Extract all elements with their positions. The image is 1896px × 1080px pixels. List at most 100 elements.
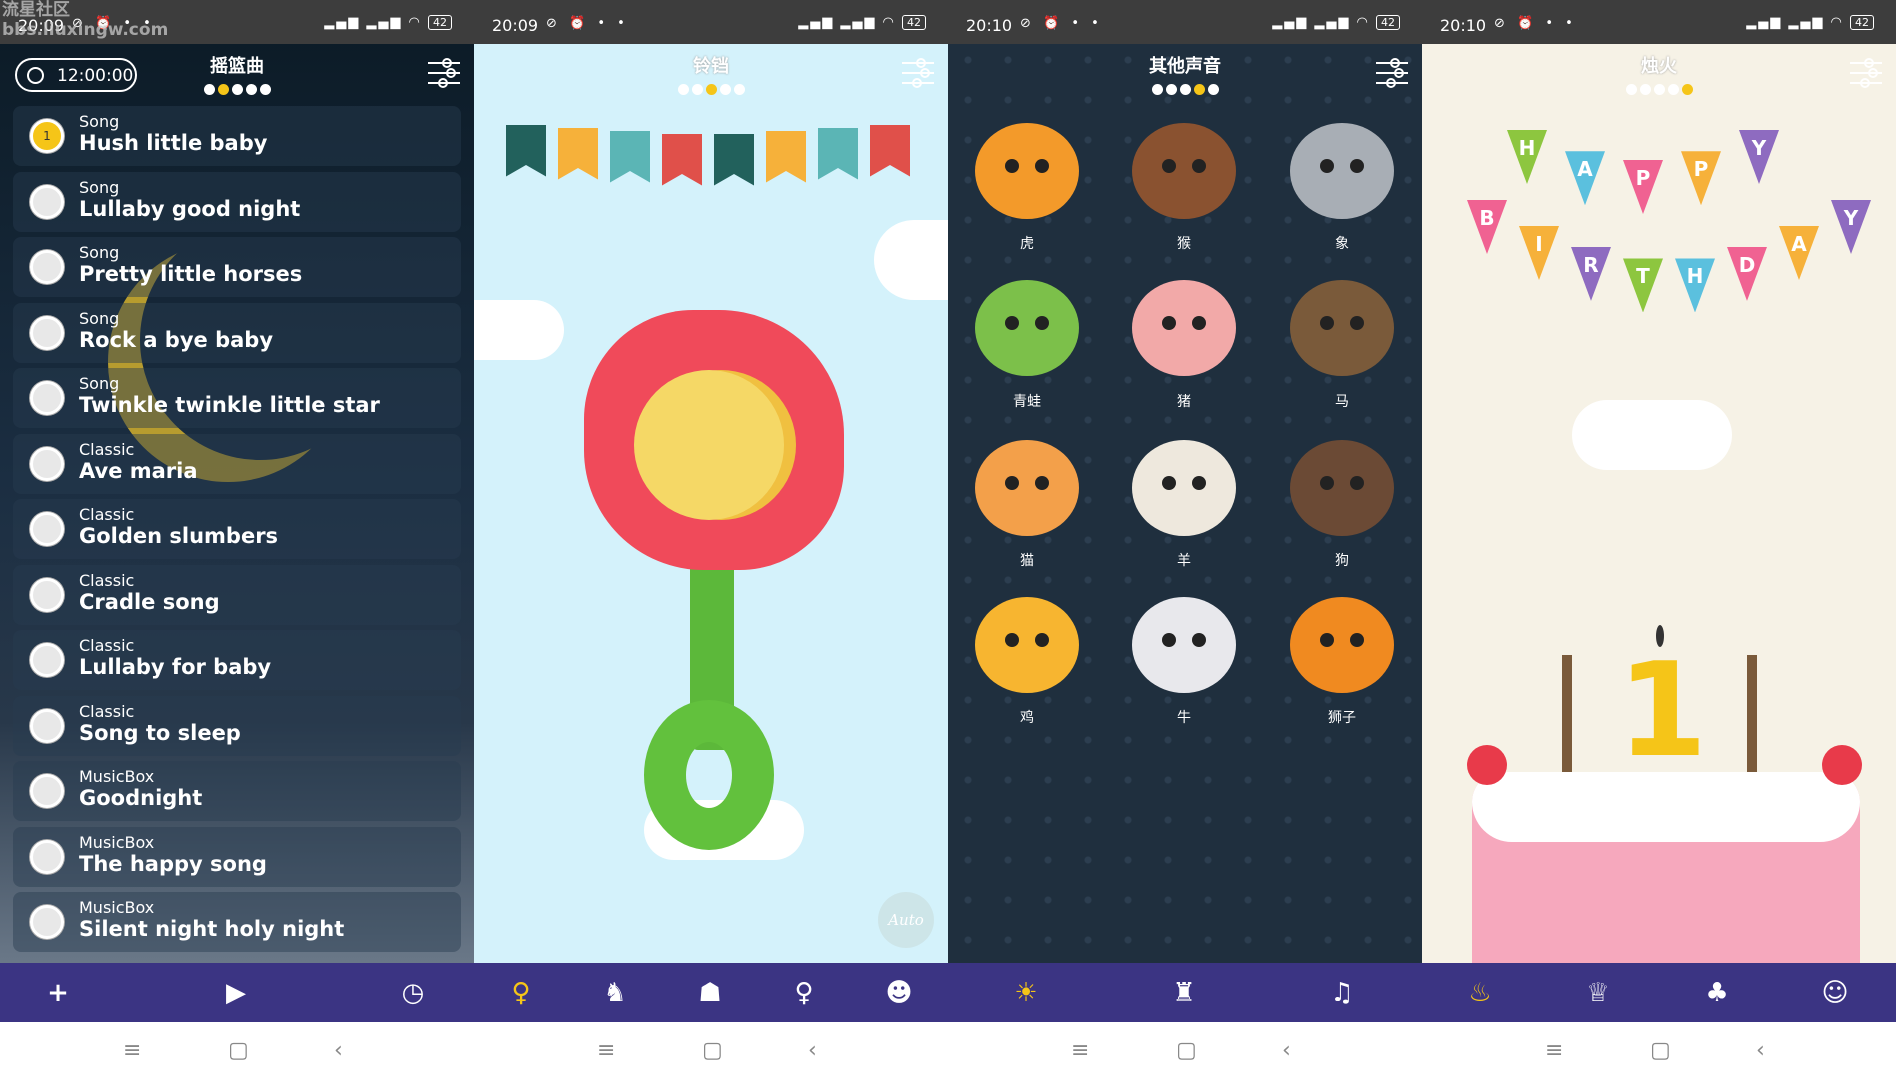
animal-button[interactable]: 猴 bbox=[1124, 118, 1244, 268]
list-item[interactable]: MusicBox Goodnight bbox=[13, 761, 461, 821]
home-icon[interactable]: ▢ bbox=[228, 1038, 249, 1063]
pumpkin-icon[interactable]: ☺ bbox=[1819, 977, 1851, 1009]
settings-sliders-icon[interactable] bbox=[1850, 58, 1882, 88]
page-dot[interactable] bbox=[1667, 84, 1679, 95]
radio-button[interactable] bbox=[30, 315, 64, 350]
xylophone-icon[interactable]: ♫ bbox=[1326, 977, 1358, 1009]
settings-sliders-icon[interactable] bbox=[428, 58, 460, 88]
list-item[interactable]: MusicBox Silent night holy night bbox=[13, 892, 461, 952]
eye bbox=[1035, 476, 1049, 490]
radio-button[interactable] bbox=[30, 708, 64, 743]
page-dot[interactable] bbox=[1151, 84, 1163, 95]
settings-sliders-icon[interactable] bbox=[1376, 58, 1408, 88]
page-dot[interactable] bbox=[217, 84, 229, 95]
radio-button[interactable]: 1 bbox=[30, 119, 64, 153]
list-item[interactable]: MusicBox The happy song bbox=[13, 826, 461, 887]
radio-button[interactable] bbox=[30, 184, 64, 219]
menu-icon[interactable]: ≡ bbox=[597, 1038, 615, 1063]
page-dot[interactable] bbox=[719, 84, 731, 95]
eye bbox=[1192, 316, 1206, 330]
page-dot[interactable] bbox=[1681, 84, 1693, 95]
clock-icon[interactable]: ◷ bbox=[397, 977, 429, 1009]
page-dot[interactable] bbox=[245, 84, 257, 95]
radio-button[interactable] bbox=[30, 381, 64, 415]
page-dot[interactable] bbox=[733, 84, 745, 95]
menu-icon[interactable]: ≡ bbox=[1071, 1038, 1089, 1063]
list-item[interactable]: Classic Cradle song bbox=[13, 564, 461, 625]
list-item[interactable]: Song Pretty little horses bbox=[13, 237, 461, 297]
page-dot[interactable] bbox=[1179, 84, 1191, 95]
list-item[interactable]: Song Rock a bye baby bbox=[13, 302, 461, 363]
list-item[interactable]: Classic Ave maria bbox=[13, 433, 461, 494]
candle-panel: HAPPYBIRTHDAY 1 烛火 bbox=[1422, 0, 1896, 963]
radio-button[interactable] bbox=[30, 512, 64, 546]
eye bbox=[1320, 159, 1334, 173]
tree-icon[interactable]: ♣ bbox=[1701, 977, 1733, 1009]
plus-icon[interactable]: + bbox=[42, 977, 74, 1009]
page-dot[interactable] bbox=[231, 84, 243, 95]
duck-icon[interactable]: ♞ bbox=[599, 977, 631, 1009]
animal-button[interactable]: 马 bbox=[1282, 275, 1402, 426]
back-icon[interactable]: ‹ bbox=[808, 1038, 817, 1063]
cake-icon[interactable]: ♨ bbox=[1464, 977, 1496, 1009]
page-dot[interactable] bbox=[1639, 84, 1651, 95]
animal-button[interactable]: 狗 bbox=[1282, 435, 1402, 585]
list-item[interactable]: Classic Golden slumbers bbox=[13, 499, 461, 559]
list-item[interactable]: Song Lullaby good night bbox=[13, 171, 461, 232]
radio-button[interactable] bbox=[30, 905, 64, 939]
page-dot[interactable] bbox=[705, 84, 717, 95]
home-icon[interactable]: ▢ bbox=[702, 1038, 723, 1063]
page-dot[interactable] bbox=[691, 84, 703, 95]
slider-knob bbox=[446, 68, 456, 78]
animal-button[interactable]: 鸡 bbox=[967, 592, 1087, 742]
radio-button[interactable] bbox=[30, 577, 64, 612]
rattle-toy[interactable] bbox=[474, 0, 948, 963]
birthday-cake[interactable]: 1 bbox=[1422, 0, 1896, 963]
animal-button[interactable]: 猪 bbox=[1124, 275, 1244, 426]
back-icon[interactable]: ‹ bbox=[334, 1038, 343, 1063]
page-dot[interactable] bbox=[1625, 84, 1637, 95]
animal-button[interactable]: 青蛙 bbox=[967, 275, 1087, 426]
page-dot[interactable] bbox=[259, 84, 271, 95]
page-dot[interactable] bbox=[1165, 84, 1177, 95]
settings-sliders-icon[interactable] bbox=[902, 58, 934, 88]
animal-button[interactable]: 虎 bbox=[967, 118, 1087, 268]
auto-button[interactable]: Auto bbox=[878, 892, 934, 948]
rattle-icon[interactable]: ♀ bbox=[505, 977, 537, 1009]
list-item[interactable]: Classic Lullaby for baby bbox=[13, 630, 461, 690]
car-icon[interactable]: ♜ bbox=[1168, 977, 1200, 1009]
page-dot[interactable] bbox=[1207, 84, 1219, 95]
page-dot[interactable] bbox=[1193, 84, 1205, 95]
bunny-icon[interactable]: ☻ bbox=[883, 977, 915, 1009]
animal-button[interactable]: 猫 bbox=[967, 435, 1087, 585]
page-dot[interactable] bbox=[677, 84, 689, 95]
back-icon[interactable]: ‹ bbox=[1756, 1038, 1765, 1063]
animal-button[interactable]: 狮子 bbox=[1282, 592, 1402, 742]
list-item[interactable]: Classic Song to sleep bbox=[13, 695, 461, 756]
list-item[interactable]: Song Twinkle twinkle little star bbox=[13, 368, 461, 428]
animal-button[interactable]: 象 bbox=[1282, 118, 1402, 268]
radio-button[interactable] bbox=[30, 643, 64, 677]
bear-icon[interactable]: ☗ bbox=[694, 977, 726, 1009]
radio-button[interactable] bbox=[30, 839, 64, 874]
list-item[interactable]: 1 Song Hush little baby bbox=[13, 106, 461, 166]
cupcake-icon[interactable]: ♕ bbox=[1582, 977, 1614, 1009]
play-icon[interactable]: ▶ bbox=[220, 977, 252, 1009]
radio-button[interactable] bbox=[30, 446, 64, 481]
menu-icon[interactable]: ≡ bbox=[1545, 1038, 1563, 1063]
menu-icon[interactable]: ≡ bbox=[123, 1038, 141, 1063]
radio-button[interactable] bbox=[30, 250, 64, 284]
eye bbox=[1162, 159, 1176, 173]
animal-button[interactable]: 牛 bbox=[1124, 592, 1244, 742]
back-icon[interactable]: ‹ bbox=[1282, 1038, 1291, 1063]
animal-button[interactable]: 羊 bbox=[1124, 435, 1244, 585]
page-dot[interactable] bbox=[1653, 84, 1665, 95]
home-icon[interactable]: ▢ bbox=[1650, 1038, 1671, 1063]
radio-button[interactable] bbox=[30, 774, 64, 808]
song-category: Classic bbox=[79, 570, 135, 590]
home-icon[interactable]: ▢ bbox=[1176, 1038, 1197, 1063]
lion-icon[interactable]: ☀ bbox=[1010, 977, 1042, 1009]
system-status-icons: ▂▄▆ ▂▄▆ ◠ 42 bbox=[324, 15, 452, 30]
page-dot[interactable] bbox=[203, 84, 215, 95]
pacifier-icon[interactable]: ♀ bbox=[788, 977, 820, 1009]
